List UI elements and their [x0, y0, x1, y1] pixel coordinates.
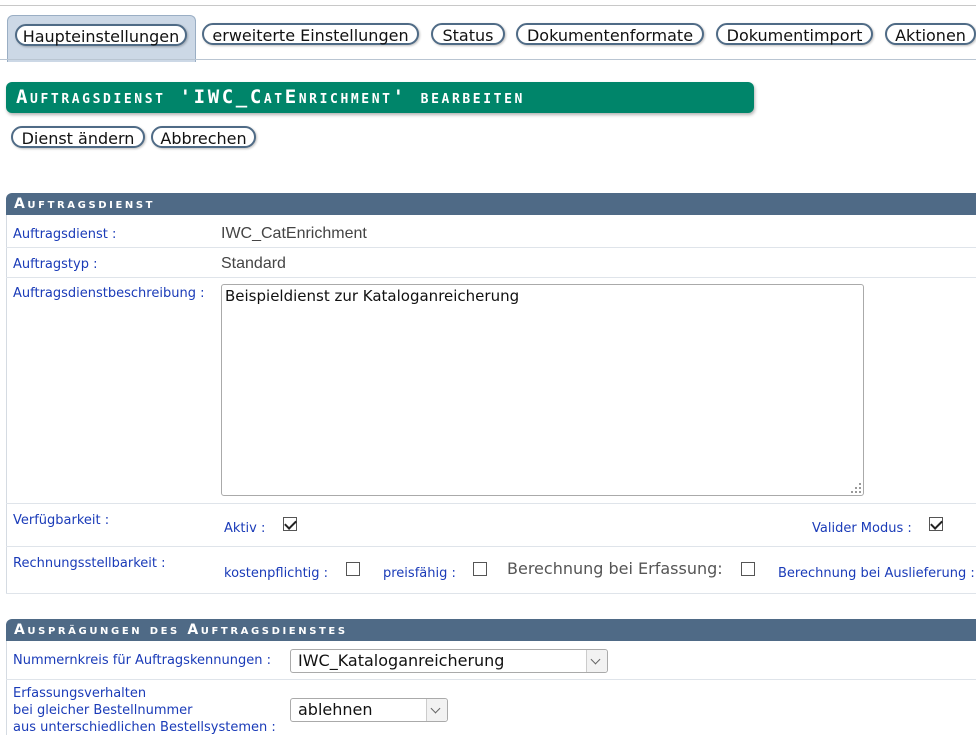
tab-dokumentimport[interactable]: Dokumentimport — [716, 23, 873, 45]
valider-modus-label: Valider Modus : — [812, 521, 912, 536]
berechnung-erfassung-checkbox[interactable] — [741, 562, 755, 576]
tab-dokumentenformate[interactable]: Dokumentenformate — [516, 23, 704, 45]
valider-modus-checkbox[interactable] — [929, 517, 943, 531]
kostenpflichtig-label: kostenpflichtig : — [224, 566, 329, 581]
erfassungsverhalten-select[interactable]: ablehnen — [290, 698, 448, 722]
resize-grip-icon[interactable] — [851, 483, 861, 493]
auftragstyp-label: Auftragstyp : — [13, 257, 98, 272]
row-divider — [6, 277, 976, 278]
berechnung-auslieferung-label: Berechnung bei Auslieferung : — [778, 566, 975, 581]
row-divider — [6, 546, 976, 547]
tab-erweiterte-einstellungen[interactable]: erweiterte Einstellungen — [202, 23, 419, 45]
dienst-aendern-button[interactable]: Dienst ändern — [11, 126, 145, 148]
row-divider — [6, 247, 976, 248]
row-divider — [6, 503, 976, 504]
tab-bar: Haupteinstellungen erweiterte Einstellun… — [0, 0, 976, 62]
auftragsdienst-value: IWC_CatEnrichment — [221, 225, 367, 242]
beschreibung-text: Beispieldienst zur Kataloganreicherung — [225, 287, 520, 305]
section-title: Auftragsdienst — [14, 196, 156, 212]
preisfaehig-label: preisfähig : — [383, 566, 456, 581]
auftragstyp-value: Standard — [221, 255, 286, 272]
beschreibung-textarea[interactable]: Beispieldienst zur Kataloganreicherung — [221, 284, 864, 496]
tab-bar-bottom-border — [0, 59, 976, 60]
tab-bar-top-border — [0, 5, 976, 6]
erfassungsverhalten-value: ablehnen — [298, 700, 373, 719]
abbrechen-button[interactable]: Abbrechen — [151, 126, 256, 148]
page-title-banner: Auftragsdienst 'IWC_CatEnrichment' bearb… — [6, 82, 754, 113]
aktiv-label: Aktiv : — [224, 521, 266, 536]
nummernkreis-label: Nummernkreis für Auftragskennungen : — [13, 653, 271, 668]
chevron-down-icon — [426, 699, 447, 721]
row-divider — [6, 679, 976, 680]
preisfaehig-checkbox[interactable] — [473, 562, 487, 576]
tab-status[interactable]: Status — [431, 23, 505, 45]
beschreibung-label: Auftragsdienstbeschreibung : — [13, 286, 205, 301]
section-title: Ausprägungen des Auftragsdienstes — [14, 622, 348, 638]
tab-aktionen[interactable]: Aktionen — [885, 23, 976, 45]
verfuegbarkeit-label: Verfügbarkeit : — [13, 513, 110, 528]
aktiv-checkbox[interactable] — [283, 517, 297, 531]
kostenpflichtig-checkbox[interactable] — [346, 562, 360, 576]
tab-haupteinstellungen[interactable]: Haupteinstellungen — [15, 24, 187, 46]
section-bottom-border — [6, 593, 976, 594]
nummernkreis-select[interactable]: IWC_Kataloganreicherung — [290, 649, 608, 673]
rechnungsstellbarkeit-label: Rechnungsstellbarkeit : — [13, 556, 166, 571]
auftragsdienst-label: Auftragsdienst : — [13, 227, 117, 242]
nummernkreis-value: IWC_Kataloganreicherung — [298, 651, 505, 670]
erfassungsverhalten-label: Erfassungsverhalten bei gleicher Bestelln… — [13, 686, 276, 735]
section-header-auspraegungen: Ausprägungen des Auftragsdienstes — [6, 619, 976, 641]
berechnung-erfassung-label: Berechnung bei Erfassung: — [507, 559, 723, 578]
page-title: Auftragsdienst 'IWC_CatEnrichment' bearb… — [16, 86, 525, 108]
section-header-auftragsdienst: Auftragsdienst — [6, 193, 976, 215]
chevron-down-icon — [586, 650, 607, 672]
